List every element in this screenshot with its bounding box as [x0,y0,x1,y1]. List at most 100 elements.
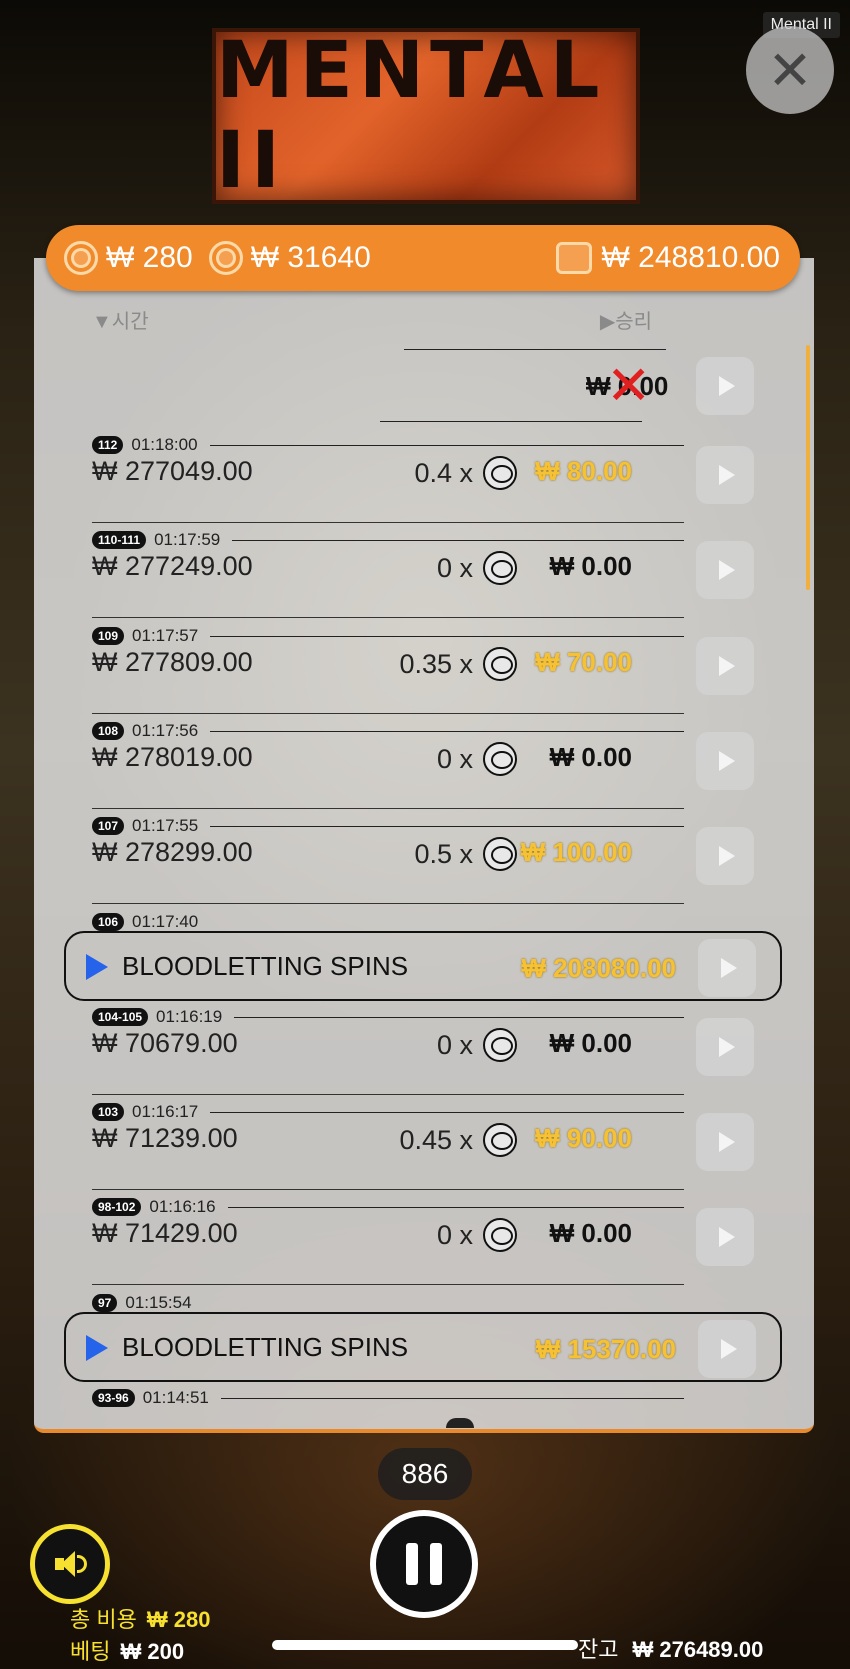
total-cost-value: ₩ 280 [146,1607,211,1632]
history-row: 110-111 01:17:59 ₩ 277249.00 0 x ₩ 0.00 [92,530,812,626]
row-divider [210,1111,684,1113]
round-badge: 98-102 [92,1198,142,1216]
row-win: ₩ 70.00 [535,647,632,677]
row-divider [227,1206,684,1208]
replay-button[interactable] [696,732,754,790]
row-win: ₩ 0.00 [549,742,632,772]
multiplier-value: 0.45 x [399,1124,473,1155]
history-row: 103 01:16:17 ₩ 71239.00 0.45 x ₩ 90.00 [92,1102,812,1198]
history-row: 104-105 01:16:19 ₩ 70679.00 0 x ₩ 0.00 [92,1007,812,1103]
coin-icon [64,241,98,275]
coin-icon [446,1418,474,1428]
round-badge: 104-105 [92,1008,149,1026]
replay-button[interactable] [696,827,754,885]
round-badge: 108 [92,722,125,740]
multiplier-value: 0 x [436,552,473,583]
row-time: 01:17:57 [132,626,199,645]
row-divider [232,539,684,541]
round-badge: 97 [92,1294,118,1312]
balance-summary-value: ₩ 248810.00 [601,241,780,274]
replay-button[interactable] [696,1113,754,1171]
row-win: ₩ 100.00 [520,837,632,867]
close-button[interactable]: ✕ [746,26,834,114]
row-win: ₩ 0.00 [549,551,632,581]
coin-icon [483,742,517,776]
sort-win-button[interactable]: ▶승리 [600,305,652,334]
home-indicator[interactable] [272,1640,578,1650]
row-win: ₩ 0.00 [549,1218,632,1248]
row-multiplier: 0 x [332,1218,517,1252]
balance-label: 잔고 [578,1637,619,1662]
row-win: ₩ 80.00 [535,456,632,486]
row-meta: 112 01:18:00 [92,435,684,454]
close-icon: ✕ [767,40,813,101]
row-time: 01:17:56 [132,721,199,740]
history-row: 98-102 01:16:16 ₩ 71429.00 0 x ₩ 0.00 [92,1197,812,1293]
total-bet-summary: ₩ 280 [64,241,193,275]
row-multiplier: 0.4 x [332,456,517,490]
row-time: 01:16:17 [132,1102,199,1121]
bonus-meta: 106 01:17:40 [92,912,812,1008]
row-divider [220,1397,684,1399]
x-mark-icon: ✕ [606,356,652,416]
total-bet-value: ₩ 280 [106,241,193,274]
row-divider [210,635,684,637]
round-badge: 106 [92,913,125,931]
row-time: 01:16:16 [149,1197,216,1216]
coin-icon [208,241,243,275]
sound-toggle[interactable] [30,1524,110,1604]
row-time: 01:16:19 [156,1007,223,1026]
row-time: 01:14:51 [142,1388,209,1407]
round-badge: 112 [92,436,124,454]
row-meta: 107 01:17:55 [92,816,684,835]
row-balance: ₩ 71239.00 [92,1123,238,1153]
row-meta: 106 01:17:40 [92,912,684,931]
row-divider [92,1284,684,1285]
row-meta: 108 01:17:56 [92,721,684,740]
row-divider [209,444,684,446]
round-badge: 107 [92,817,125,835]
replay-button[interactable] [696,357,754,415]
row-multiplier: 0.45 x [332,1123,517,1157]
round-badge: 103 [92,1103,125,1121]
round-badge: 109 [92,627,125,645]
spin-total-summary: ₩ 31640 [208,241,371,275]
multiplier-value: 0.35 x [399,648,473,679]
row-balance: ₩ 277049.00 [92,456,253,486]
row-time: 01:17:55 [132,816,199,835]
replay-button[interactable] [696,446,754,504]
coin-icon [483,551,517,585]
replay-button[interactable] [696,1018,754,1076]
row-time: 01:18:00 [131,435,198,454]
replay-button[interactable] [696,637,754,695]
coin-icon [483,456,517,490]
multiplier-value: 0 x [436,1029,473,1060]
row-balance: ₩ 70679.00 [92,1028,238,1058]
row-balance: ₩ 71429.00 [92,1218,238,1248]
row-meta: 98-102 01:16:16 [92,1197,684,1216]
logo-text: MENTAL II [216,26,606,206]
history-row: 109 01:17:57 ₩ 277809.00 0.35 x ₩ 70.00 [92,626,812,722]
row-divider [380,421,642,422]
history-row: 112 01:18:00 ₩ 277049.00 0.4 x ₩ 80.00 [92,435,812,531]
coin-icon [483,837,517,871]
wallet-icon [555,242,592,274]
total-cost-label: 총 비용 [70,1607,137,1632]
speaker-icon [55,1549,87,1579]
coin-icon [483,647,517,681]
pause-button[interactable] [370,1510,478,1618]
replay-button[interactable] [696,1208,754,1266]
multiplier-value: 0.4 x [414,457,473,488]
row-meta: 103 01:16:17 [92,1102,684,1121]
row-divider [234,1016,684,1018]
row-divider [92,903,684,904]
row-divider [92,1094,684,1095]
row-balance: ₩ 278019.00 [92,742,253,772]
game-logo: MENTAL II [212,26,640,206]
history-row: 108 01:17:56 ₩ 278019.00 0 x ₩ 0.00 [92,721,812,817]
sort-time-button[interactable]: ▼시간 [92,305,149,334]
replay-button[interactable] [696,541,754,599]
round-badge: 93-96 [92,1389,135,1407]
column-sort-row: ▼시간 ▶승리 [92,305,652,334]
row-meta: 93-96 01:14:51 [92,1388,684,1407]
